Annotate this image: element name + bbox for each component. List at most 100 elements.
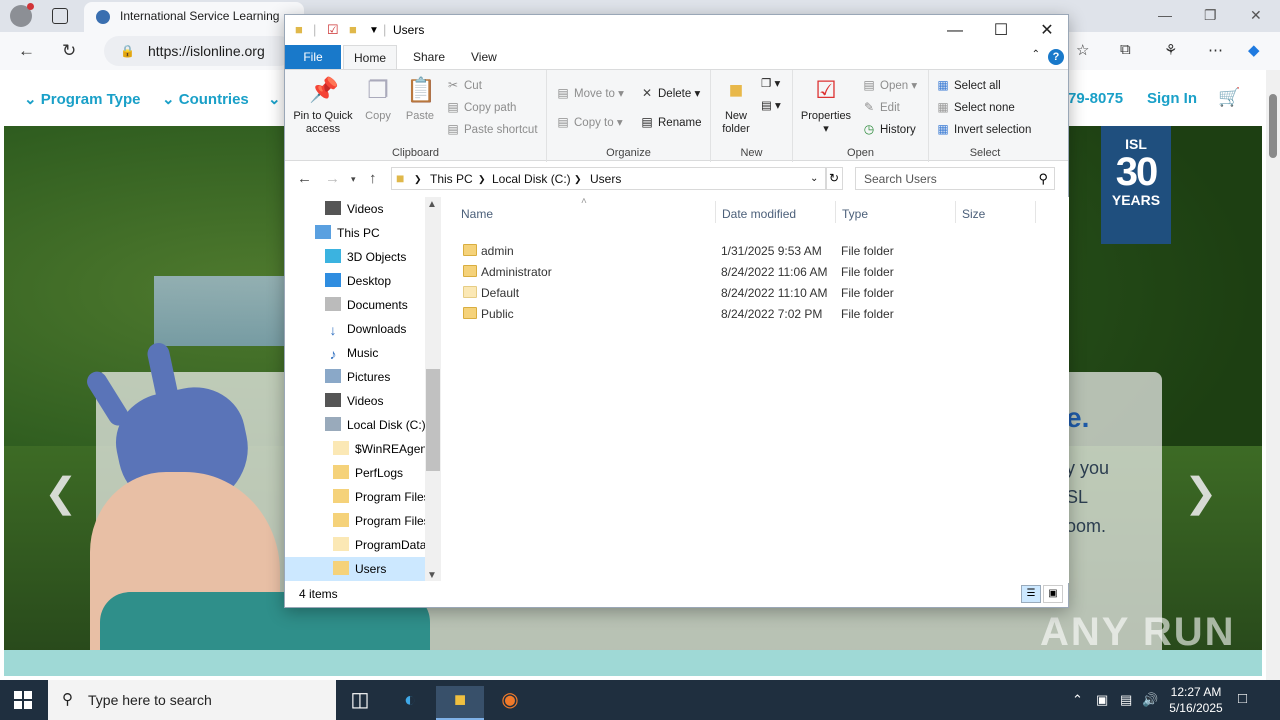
- properties-button[interactable]: ☑ Properties ▾: [797, 76, 855, 136]
- easy-access-icon[interactable]: ▤ ▾: [761, 98, 781, 112]
- nav-item-folder[interactable]: Program Files: [333, 509, 430, 533]
- details-view-icon[interactable]: ☰: [1021, 585, 1041, 603]
- paste-shortcut-button[interactable]: ▤ Paste shortcut: [445, 122, 537, 136]
- cut-button[interactable]: ✂ Cut: [445, 78, 482, 92]
- nav-item-this-pc[interactable]: This PC: [315, 221, 380, 245]
- nav-item-videos[interactable]: Videos: [325, 389, 383, 413]
- qat-dropdown-icon[interactable]: ▼: [369, 25, 379, 36]
- new-item-icon[interactable]: ❐ ▾: [761, 76, 780, 90]
- nav-item-videos[interactable]: Videos: [325, 197, 383, 221]
- nav-item-local-disk[interactable]: Local Disk (C:): [325, 413, 426, 437]
- copy-button[interactable]: ❐ Copy: [359, 76, 397, 123]
- help-icon[interactable]: ?: [1048, 49, 1064, 65]
- phone-number[interactable]: 79-8075: [1068, 90, 1123, 107]
- new-folder-qat-icon[interactable]: ■: [349, 22, 357, 37]
- rename-button[interactable]: ▤ Rename: [639, 115, 701, 129]
- nav-item-folder[interactable]: $WinREAgent: [333, 437, 430, 461]
- close-button[interactable]: ✕: [1024, 19, 1070, 43]
- restore-icon[interactable]: ❐: [1204, 7, 1217, 24]
- nav-item-documents[interactable]: Documents: [325, 293, 408, 317]
- file-row[interactable]: Default 8/24/2022 11:10 AM File folder: [459, 283, 1059, 304]
- page-scrollbar[interactable]: [1266, 70, 1280, 680]
- cart-icon[interactable]: 🛒: [1218, 87, 1240, 108]
- new-folder-button[interactable]: ■ New folder: [713, 76, 759, 136]
- tab-share[interactable]: Share: [403, 45, 455, 69]
- path-segment[interactable]: Users: [590, 172, 621, 186]
- path-segment[interactable]: This PC: [430, 172, 473, 186]
- edge-icon[interactable]: ◐: [386, 686, 434, 720]
- taskbar-search[interactable]: ⚲ Type here to search: [48, 680, 336, 720]
- recent-locations-icon[interactable]: ▾: [351, 174, 356, 185]
- minimize-button[interactable]: —: [932, 19, 978, 43]
- sign-in-link[interactable]: Sign In: [1147, 90, 1197, 107]
- show-hidden-icons[interactable]: ⌃: [1072, 692, 1083, 708]
- column-header-size[interactable]: Size: [962, 203, 985, 225]
- pin-quick-access-button[interactable]: 📌 Pin to Quick access: [289, 76, 357, 136]
- invert-selection-button[interactable]: ▦ Invert selection: [935, 122, 1031, 136]
- open-button[interactable]: ▤ Open ▾: [861, 78, 917, 92]
- path-segment[interactable]: Local Disk (C:): [492, 172, 571, 186]
- collections-icon[interactable]: ⧉: [1120, 41, 1131, 58]
- url-bar[interactable]: 🔒 https://islonline.org: [104, 36, 294, 66]
- nav-item-folder[interactable]: ProgramData: [333, 533, 426, 557]
- carousel-next-icon[interactable]: ❯: [1184, 470, 1218, 516]
- nav-item-users[interactable]: Users: [285, 557, 425, 581]
- move-to-button[interactable]: ▤ Move to ▾: [555, 86, 624, 100]
- history-button[interactable]: ◷ History: [861, 122, 916, 136]
- firefox-icon[interactable]: ◉: [486, 686, 534, 720]
- select-all-button[interactable]: ▦ Select all: [935, 78, 1000, 92]
- forward-button[interactable]: →: [325, 170, 340, 187]
- profile-icon[interactable]: [10, 3, 34, 27]
- back-button[interactable]: ←: [297, 170, 312, 187]
- tab-home[interactable]: Home: [343, 45, 398, 69]
- nav-item-pictures[interactable]: Pictures: [325, 365, 390, 389]
- browser-tab[interactable]: International Service Learning: [84, 2, 304, 32]
- nav-item-folder[interactable]: PerfLogs: [333, 461, 403, 485]
- network-icon[interactable]: ▤: [1120, 692, 1132, 708]
- nav-scrollbar[interactable]: ▲ ▼: [425, 197, 441, 583]
- extensions-icon[interactable]: ⚘: [1164, 41, 1177, 59]
- nav-item-desktop[interactable]: Desktop: [325, 269, 391, 293]
- nav-item-folder[interactable]: Program Files: [333, 485, 430, 509]
- file-row[interactable]: admin 1/31/2025 9:53 AM File folder: [459, 241, 1059, 262]
- more-nav-icon[interactable]: ⌄: [268, 90, 281, 108]
- column-header-type[interactable]: Type: [842, 203, 868, 225]
- nav-item-music[interactable]: ♪ Music: [325, 341, 379, 365]
- nav-scroll-thumb[interactable]: [426, 369, 440, 471]
- ribbon-collapse-icon[interactable]: ⌃: [1032, 49, 1040, 60]
- column-header-date[interactable]: Date modified: [722, 203, 796, 225]
- properties-qat-icon[interactable]: ☑: [327, 22, 339, 38]
- tab-actions-icon[interactable]: [52, 8, 68, 24]
- up-button[interactable]: ↑: [369, 170, 377, 187]
- reload-icon[interactable]: ↻: [62, 41, 76, 61]
- notifications-icon[interactable]: □: [1238, 690, 1247, 707]
- copy-to-button[interactable]: ▤ Copy to ▾: [555, 115, 622, 129]
- delete-button[interactable]: ✕ Delete ▾: [639, 86, 700, 100]
- page-scroll-thumb[interactable]: [1269, 94, 1277, 158]
- address-bar[interactable]: ■ ❯ This PC ❯ Local Disk (C:) ❯ Users ⌄: [391, 167, 827, 190]
- countries-link[interactable]: ⌄ Countries: [162, 90, 249, 108]
- file-row[interactable]: Administrator 8/24/2022 11:06 AM File fo…: [459, 262, 1059, 283]
- path-dropdown-icon[interactable]: ⌄: [810, 173, 818, 184]
- nav-item-3d-objects[interactable]: 3D Objects: [325, 245, 406, 269]
- copy-path-button[interactable]: ▤ Copy path: [445, 100, 516, 114]
- file-explorer-icon[interactable]: ■: [436, 686, 484, 720]
- edit-button[interactable]: ✎ Edit: [861, 100, 900, 114]
- scroll-up-icon[interactable]: ▲: [427, 199, 437, 210]
- meet-now-icon[interactable]: ▣: [1096, 692, 1108, 708]
- file-row[interactable]: Public 8/24/2022 7:02 PM File folder: [459, 304, 1059, 325]
- scroll-down-icon[interactable]: ▼: [427, 570, 437, 581]
- task-view-icon[interactable]: ◫: [336, 686, 384, 720]
- start-button[interactable]: [14, 691, 32, 709]
- tab-file[interactable]: File: [285, 45, 341, 69]
- maximize-button[interactable]: ☐: [978, 19, 1024, 43]
- minimize-icon[interactable]: —: [1158, 7, 1172, 23]
- favorite-icon[interactable]: ☆: [1076, 41, 1089, 59]
- large-icons-view-icon[interactable]: ▣: [1043, 585, 1063, 603]
- more-menu-icon[interactable]: ⋯: [1208, 41, 1223, 59]
- refresh-button[interactable]: ↻: [825, 167, 843, 190]
- program-type-link[interactable]: ⌄ Program Type: [24, 90, 141, 108]
- carousel-prev-icon[interactable]: ❮: [44, 470, 78, 516]
- nav-item-downloads[interactable]: ↓ Downloads: [325, 317, 407, 341]
- volume-icon[interactable]: 🔊: [1142, 692, 1158, 708]
